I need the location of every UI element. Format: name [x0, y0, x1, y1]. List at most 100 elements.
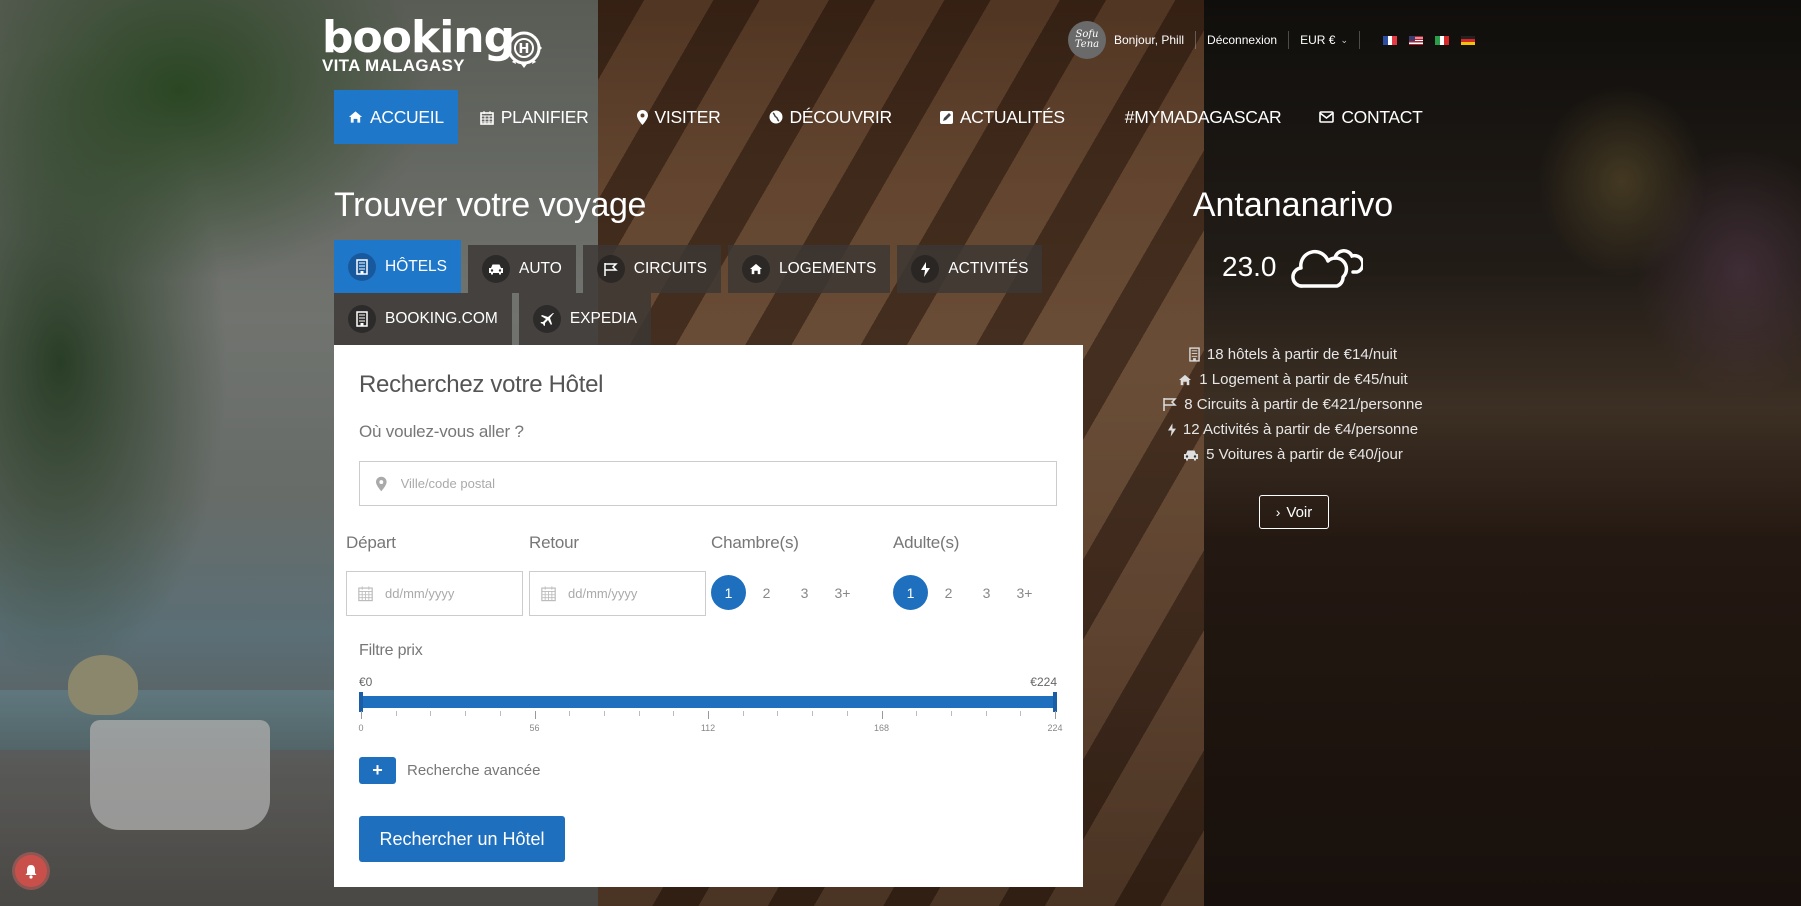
rooms-label: Chambre(s): [711, 533, 799, 552]
summary-text: 5 Voitures à partir de €40/jour: [1206, 446, 1403, 463]
nav-label: DÉCOUVRIR: [789, 106, 893, 127]
price-tick-minor: [673, 711, 675, 716]
price-tick-minor: [395, 711, 397, 716]
voir-label: Voir: [1286, 503, 1313, 521]
nav-item-planifier[interactable]: PLANIFIER: [468, 90, 601, 144]
price-tick-label: 168: [873, 723, 890, 733]
logout-link[interactable]: Déconnexion: [1207, 33, 1277, 47]
avatar[interactable]: Sofu Tena: [1068, 21, 1106, 59]
price-slider-ticks: 0 56 112 168 224: [358, 711, 1063, 741]
destination-field[interactable]: [359, 461, 1057, 506]
tab-activites[interactable]: ACTIVITÉS: [897, 245, 1043, 293]
flag-us-icon[interactable]: [1409, 35, 1423, 45]
car-icon: [1184, 450, 1199, 460]
flag-icon: [596, 255, 625, 283]
price-slider-max-handle[interactable]: [1053, 692, 1057, 712]
price-tick-minor: [499, 711, 501, 716]
summary-text: 1 Logement à partir de €45/nuit: [1199, 371, 1408, 388]
calendar-icon: [541, 586, 556, 602]
divider: [1288, 31, 1290, 49]
summary-row-circuits: 8 Circuits à partir de €421/personne: [1120, 392, 1466, 417]
tab-logements[interactable]: LOGEMENTS: [728, 245, 891, 293]
main-nav: ACCUEIL PLANIFIER VISITER DÉCOUVRIR ACTU…: [334, 90, 1445, 144]
price-tick-minor: [777, 711, 779, 716]
adults-option-3[interactable]: 3: [969, 575, 1004, 610]
home-icon: [1179, 374, 1192, 385]
advanced-search-toggle[interactable]: + Recherche avancée: [359, 757, 540, 784]
greeting-text[interactable]: Bonjour, Phill: [1114, 33, 1184, 47]
summary-row-activites: 12 Activités à partir de €4/personne: [1120, 417, 1466, 442]
chevron-right-icon: ›: [1275, 504, 1281, 520]
car-icon: [482, 255, 511, 283]
weather-widget: 23.0: [1222, 244, 1363, 290]
price-tick-minor: [812, 711, 814, 716]
tab-auto[interactable]: AUTO: [468, 245, 576, 293]
bolt-icon: [1167, 422, 1176, 437]
nav-item-contact[interactable]: CONTACT: [1307, 90, 1434, 144]
price-tick-label: 56: [529, 723, 540, 733]
search-section-title: Trouver votre voyage: [334, 186, 646, 224]
flag-de-icon[interactable]: [1461, 35, 1475, 45]
destination-label: Où voulez-vous aller ?: [359, 422, 524, 441]
price-slider-track[interactable]: [359, 696, 1057, 708]
summary-text: 12 Activités à partir de €4/personne: [1182, 421, 1419, 438]
price-tick-minor: [465, 711, 467, 716]
price-tick-minor: [603, 711, 605, 716]
tab-label: CIRCUITS: [633, 260, 707, 277]
form-heading: Recherchez votre Hôtel: [359, 371, 604, 398]
price-tick-minor: [916, 711, 918, 716]
tab-label: HÔTELS: [385, 257, 448, 275]
price-tick-major: [708, 711, 709, 719]
retour-date-field[interactable]: [529, 571, 706, 616]
flag-fr-icon[interactable]: [1383, 35, 1398, 45]
nav-item-accueil[interactable]: ACCUEIL: [334, 90, 458, 144]
summary-row-hotels: 18 hôtels à partir de €14/nuit: [1120, 342, 1466, 367]
adults-option-3-plus[interactable]: 3+: [1007, 575, 1042, 610]
flag-icon: [1163, 398, 1178, 411]
retour-date-input[interactable]: [568, 586, 705, 601]
depart-date-field[interactable]: [346, 571, 523, 616]
adults-option-2[interactable]: 2: [931, 575, 966, 610]
weather-temperature: 23.0: [1222, 251, 1277, 282]
tab-circuits[interactable]: CIRCUITS: [582, 245, 721, 293]
offers-summary: 18 hôtels à partir de €14/nuit 1 Logemen…: [1120, 342, 1466, 467]
building-icon: [348, 252, 376, 281]
currency-select[interactable]: EUR € ⌄: [1300, 33, 1348, 47]
adults-label: Adulte(s): [893, 533, 960, 552]
nav-label: ACTUALITÉS: [959, 106, 1065, 127]
search-tabs: HÔTELS AUTO CIRCUITS LOGEMENTS ACTIVITÉS…: [334, 240, 1043, 345]
tab-expedia[interactable]: EXPEDIA: [518, 293, 652, 345]
rooms-option-1[interactable]: 1: [711, 575, 746, 610]
plane-icon: [532, 305, 561, 333]
nav-label: PLANIFIER: [500, 106, 589, 127]
depart-date-input[interactable]: [385, 586, 522, 601]
calendar-icon: [479, 110, 494, 125]
rooms-option-3-plus[interactable]: 3+: [825, 575, 860, 610]
nav-item-decouvrir[interactable]: DÉCOUVRIR: [757, 90, 904, 144]
destination-input[interactable]: [400, 476, 1056, 491]
nav-item-actualites[interactable]: ACTUALITÉS: [928, 90, 1077, 144]
summary-text: 18 hôtels à partir de €14/nuit: [1206, 346, 1398, 363]
bolt-icon: [911, 255, 940, 283]
rooms-option-3[interactable]: 3: [787, 575, 822, 610]
rooms-option-2[interactable]: 2: [749, 575, 784, 610]
flag-it-icon[interactable]: [1435, 35, 1450, 45]
divider: [1359, 31, 1360, 49]
tab-booking-com[interactable]: BOOKING.COM: [334, 293, 512, 345]
nav-item-visiter[interactable]: VISITER: [625, 90, 733, 144]
voir-button[interactable]: › Voir: [1259, 495, 1329, 529]
plus-icon: +: [359, 757, 396, 784]
tab-label: AUTO: [519, 260, 562, 277]
hotel-search-form: Recherchez votre Hôtel Où voulez-vous al…: [334, 345, 1083, 887]
summary-text: 8 Circuits à partir de €421/personne: [1184, 396, 1423, 413]
notification-bell-button[interactable]: [15, 855, 47, 887]
hotel-gear-badge-icon: H: [506, 31, 542, 68]
price-min-label: €0: [359, 675, 373, 689]
price-tick-label: 0: [358, 723, 364, 733]
search-hotel-button[interactable]: Rechercher un Hôtel: [359, 816, 565, 862]
adults-option-1[interactable]: 1: [893, 575, 928, 610]
tab-hotels[interactable]: HÔTELS: [334, 240, 462, 293]
price-slider-min-handle[interactable]: [359, 692, 363, 712]
nav-item-mymadagascar[interactable]: #MYMADAGASCAR: [1113, 90, 1294, 144]
site-logo[interactable]: booking VITA MALAGASY H: [322, 16, 552, 82]
